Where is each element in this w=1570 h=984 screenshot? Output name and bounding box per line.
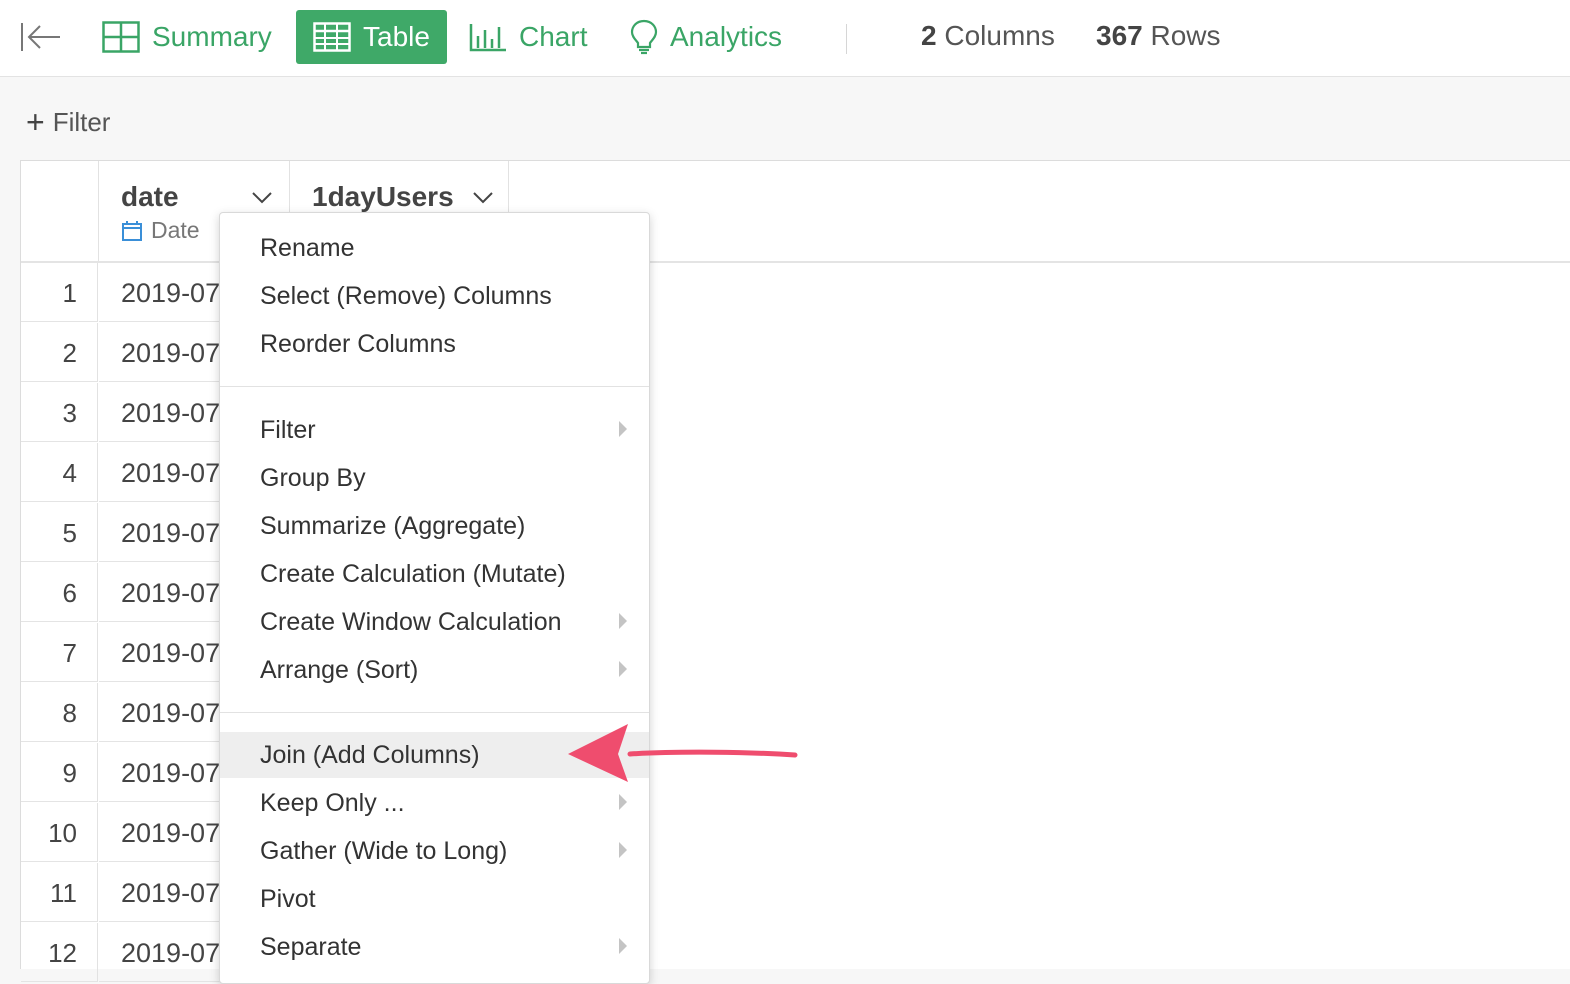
submenu-arrow-icon (619, 938, 627, 954)
menu-item-label: Rename (260, 234, 355, 262)
menu-item-pivot[interactable]: Pivot (220, 876, 649, 922)
index-header (21, 161, 99, 261)
menu-item-label: Select (Remove) Columns (260, 282, 552, 310)
grid-icon (102, 21, 140, 53)
rows-count-label: Rows (1150, 20, 1221, 51)
chevron-down-icon[interactable] (251, 191, 273, 205)
tab-summary-label: Summary (152, 21, 272, 52)
menu-item-label: Pivot (260, 885, 316, 913)
menu-item-reorder-columns[interactable]: Reorder Columns (220, 321, 649, 367)
row-index: 11 (21, 863, 98, 922)
column-context-menu: Rename Select (Remove) Columns Reorder C… (219, 212, 650, 984)
menu-item-filter[interactable]: Filter (220, 407, 649, 453)
filter-label: Filter (52, 106, 111, 137)
column-type: Date (121, 217, 200, 244)
tab-chart-label: Chart (519, 21, 588, 52)
bar-chart-icon (469, 24, 506, 52)
column-type-label: Date (151, 217, 200, 243)
tab-table[interactable]: Table (296, 10, 447, 64)
tab-analytics-label: Analytics (670, 21, 783, 52)
columns-count-value: 2 (921, 20, 937, 51)
annotation-arrow-icon (568, 724, 798, 782)
row-index: 8 (21, 683, 98, 742)
row-index: 4 (21, 443, 98, 502)
menu-item-rename[interactable]: Rename (220, 225, 649, 271)
columns-count: 2 Columns (921, 20, 1055, 52)
menu-item-summarize[interactable]: Summarize (Aggregate) (220, 503, 649, 549)
submenu-arrow-icon (619, 842, 627, 858)
menu-separator (220, 386, 649, 387)
menu-item-label: Join (Add Columns) (260, 741, 480, 769)
rows-count-value: 367 (1096, 20, 1143, 51)
table-icon (313, 22, 351, 52)
menu-item-label: Separate (260, 933, 362, 961)
submenu-arrow-icon (619, 661, 627, 677)
menu-item-create-window-calculation[interactable]: Create Window Calculation (220, 599, 649, 645)
row-index: 12 (21, 923, 98, 982)
submenu-arrow-icon (619, 794, 627, 810)
chevron-down-icon[interactable] (472, 191, 494, 205)
add-filter-button[interactable]: + Filter (26, 104, 110, 140)
menu-item-label: Keep Only ... (260, 789, 405, 817)
row-index: 9 (21, 743, 98, 802)
lightbulb-icon (630, 19, 658, 55)
row-index: 2 (21, 323, 98, 382)
submenu-arrow-icon (619, 613, 627, 629)
row-index: 7 (21, 623, 98, 682)
menu-item-label: Arrange (Sort) (260, 656, 419, 684)
tab-chart[interactable]: Chart (469, 10, 587, 64)
tab-table-label: Table (363, 21, 430, 52)
plus-icon: + (26, 104, 45, 140)
menu-item-label: Group By (260, 464, 366, 492)
collapse-left-icon[interactable] (20, 20, 62, 54)
menu-item-group-by[interactable]: Group By (220, 455, 649, 501)
column-name: 1dayUsers (312, 181, 454, 212)
menu-item-gather[interactable]: Gather (Wide to Long) (220, 828, 649, 874)
tab-summary[interactable]: Summary (102, 10, 272, 64)
toolbar-divider (846, 24, 847, 54)
row-index: 5 (21, 503, 98, 562)
column-name: date (121, 181, 179, 212)
menu-item-label: Reorder Columns (260, 330, 456, 358)
row-index: 10 (21, 803, 98, 862)
menu-item-create-calculation[interactable]: Create Calculation (Mutate) (220, 551, 649, 597)
menu-item-label: Filter (260, 416, 316, 444)
submenu-arrow-icon (619, 421, 627, 437)
menu-item-arrange[interactable]: Arrange (Sort) (220, 647, 649, 693)
rows-count: 367 Rows (1096, 20, 1221, 52)
menu-separator (220, 712, 649, 713)
top-toolbar: Summary Table Chart Analytics 2 Columns … (0, 0, 1570, 77)
row-index: 1 (21, 263, 98, 322)
menu-item-label: Create Window Calculation (260, 608, 562, 636)
row-index: 6 (21, 563, 98, 622)
menu-item-separate[interactable]: Separate (220, 924, 649, 970)
menu-item-select-columns[interactable]: Select (Remove) Columns (220, 273, 649, 319)
row-index: 3 (21, 383, 98, 442)
calendar-icon (122, 220, 142, 241)
menu-item-label: Gather (Wide to Long) (260, 837, 508, 865)
menu-item-label: Create Calculation (Mutate) (260, 560, 566, 588)
tab-analytics[interactable]: Analytics (630, 10, 782, 64)
menu-item-label: Summarize (Aggregate) (260, 512, 526, 540)
columns-count-label: Columns (944, 20, 1055, 51)
